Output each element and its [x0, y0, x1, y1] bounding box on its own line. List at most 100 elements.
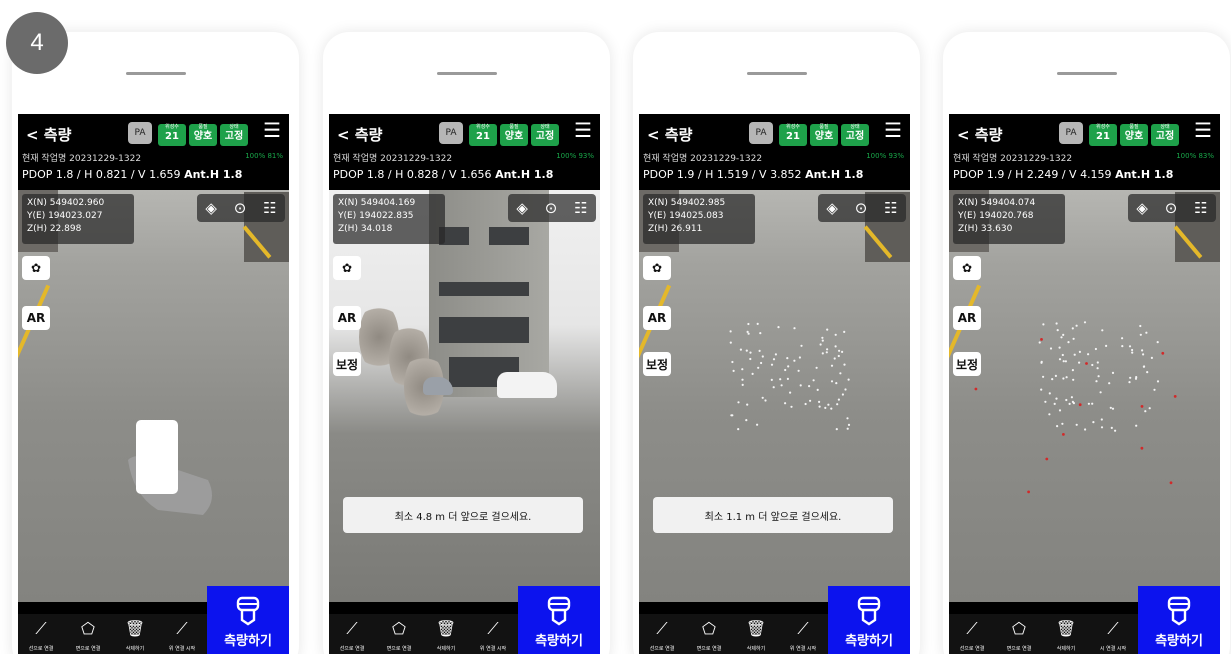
toolbar-button[interactable]: ⟋ 선으로 연결: [639, 614, 685, 654]
calibration-button[interactable]: 보정: [333, 352, 361, 376]
measure-button[interactable]: 측량하기: [518, 586, 600, 654]
layers-icon[interactable]: ◈: [516, 199, 528, 217]
hamburger-menu-icon[interactable]: ☰: [884, 120, 902, 140]
status-chip-value: 양호: [814, 131, 834, 142]
toolbar-button[interactable]: ⟋ 선으로 연결: [329, 614, 375, 654]
walk-guidance-toast: 최소 4.8 m 더 앞으로 걸으세요.: [343, 497, 583, 533]
layers-icon[interactable]: ◈: [826, 199, 838, 217]
toolbar-button[interactable]: ⟋ 위 연결 시작: [780, 614, 826, 654]
toolbar-button[interactable]: ⟋ 선으로 연결: [949, 614, 995, 654]
view-tools: ◈ ⊙ ☷: [197, 194, 285, 222]
list-icon[interactable]: ☷: [1194, 199, 1207, 217]
toolbar-button[interactable]: ⟋ 선으로 연결: [18, 614, 64, 654]
measure-button[interactable]: 측량하기: [207, 586, 289, 654]
toolbar-icon: 🗑: [745, 619, 767, 638]
status-chip-caption: 상태: [229, 124, 239, 130]
ar-camera-view: [639, 182, 910, 602]
list-icon[interactable]: ☷: [884, 199, 897, 217]
job-name: 현재 작업명 20231229-1322: [333, 154, 453, 164]
coord-x: X(N) 549404.074: [958, 198, 1036, 208]
toolbar-button[interactable]: ⟋ 위 연결 시작: [159, 614, 205, 654]
hamburger-menu-icon[interactable]: ☰: [574, 120, 592, 140]
toolbar-icon: 🗑: [1055, 619, 1077, 638]
surveyor-tripod-icon: [1167, 596, 1191, 626]
ar-toggle-button[interactable]: AR: [22, 306, 50, 330]
toolbar-icon: ⟋: [176, 619, 188, 638]
toolbar-icon: ⟋: [797, 619, 809, 638]
toolbar-button[interactable]: ⬠ 면으로 연결: [996, 614, 1042, 654]
gps-receiver-icon[interactable]: PA: [128, 122, 152, 144]
settings-gear-icon[interactable]: ✿: [643, 256, 671, 280]
toolbar-button[interactable]: 🗑 삭제하기: [112, 614, 158, 654]
pdop-readout: PDOP 1.8 / H 0.828 / V 1.656 Ant.H 1.8: [333, 168, 553, 181]
surveyor-tripod-icon: [547, 596, 571, 626]
hamburger-menu-icon[interactable]: ☰: [1194, 120, 1212, 140]
measure-button-label: 측량하기: [224, 634, 272, 649]
antenna-height: Ant.H 1.8: [805, 168, 864, 181]
gps-refresh-icon[interactable]: ⊙: [545, 199, 558, 217]
measure-button[interactable]: 측량하기: [828, 586, 910, 654]
job-name: 현재 작업명 20231229-1322: [643, 154, 763, 164]
measure-button-label: 측량하기: [845, 634, 893, 649]
hamburger-menu-icon[interactable]: ☰: [263, 120, 281, 140]
toolbar-button[interactable]: ⟋ 시 연결 시작: [1090, 614, 1136, 654]
toolbar-icon: 🗑: [124, 619, 146, 638]
pdop-values: PDOP 1.8 / H 0.821 / V 1.659: [22, 168, 181, 181]
gps-receiver-icon[interactable]: PA: [749, 122, 773, 144]
battery-status: 100% 93%: [556, 152, 594, 160]
phone-frame: < 측량 PA 위성수 21 품질 양호 상태 고정 ☰ 현재 작업명 20231229-1322…: [633, 32, 920, 654]
ar-toggle-button[interactable]: AR: [643, 306, 671, 330]
measure-button-label: 측량하기: [1155, 634, 1203, 649]
toolbar-button[interactable]: 🗑 삭제하기: [423, 614, 469, 654]
ar-point-cloud: [729, 322, 851, 431]
phone-frame: < 측량 PA 위성수 21 품질 양호 상태 고정 ☰ 현재 작업명 20231229-1322…: [12, 32, 299, 654]
calibration-button[interactable]: 보정: [643, 352, 671, 376]
toolbar-button[interactable]: ⬠ 면으로 연결: [686, 614, 732, 654]
gps-receiver-icon[interactable]: PA: [1059, 122, 1083, 144]
app-screen: < 측량 PA 위성수 21 품질 양호 상태 고정 ☰ 현재 작업명 20231229-1322…: [18, 114, 289, 654]
toolbar-label: 면으로 연결: [386, 646, 412, 652]
gps-refresh-icon[interactable]: ⊙: [855, 199, 868, 217]
toolbar-button[interactable]: ⬠ 면으로 연결: [65, 614, 111, 654]
toolbar-icon: ⟋: [346, 619, 358, 638]
status-chip: 위성수 21: [469, 124, 497, 146]
back-button[interactable]: < 측량: [647, 124, 692, 145]
settings-gear-icon[interactable]: ✿: [333, 256, 361, 280]
settings-gear-icon[interactable]: ✿: [22, 256, 50, 280]
parked-car-image: [497, 372, 557, 398]
notch-bar: [746, 72, 807, 75]
status-header: < 측량 PA 위성수 21 품질 양호 상태 고정 ☰ 현재 작업명 20231229-1322…: [639, 114, 910, 190]
measure-button[interactable]: 측량하기: [1138, 586, 1220, 654]
gps-receiver-icon[interactable]: PA: [439, 122, 463, 144]
list-icon[interactable]: ☷: [263, 199, 276, 217]
back-button[interactable]: < 측량: [957, 124, 1002, 145]
toolbar-icon: ⟋: [656, 619, 668, 638]
settings-gear-icon[interactable]: ✿: [953, 256, 981, 280]
list-icon[interactable]: ☷: [574, 199, 587, 217]
toolbar-button[interactable]: 🗑 삭제하기: [733, 614, 779, 654]
status-header: < 측량 PA 위성수 21 품질 양호 상태 고정 ☰ 현재 작업명 20231229-1322…: [329, 114, 600, 190]
toolbar-button[interactable]: ⬠ 면으로 연결: [376, 614, 422, 654]
layers-icon[interactable]: ◈: [205, 199, 217, 217]
coord-z: Z(H) 33.630: [958, 224, 1013, 234]
toolbar-button[interactable]: ⟋ 위 연결 시작: [470, 614, 516, 654]
walk-guidance-toast: 최소 1.1 m 더 앞으로 걸으세요.: [653, 497, 893, 533]
status-chip: 상태 고정: [841, 124, 869, 146]
coord-y: Y(E) 194025.083: [648, 211, 724, 221]
status-chip-value: 양호: [193, 131, 213, 142]
layers-icon[interactable]: ◈: [1136, 199, 1148, 217]
gps-refresh-icon[interactable]: ⊙: [234, 199, 247, 217]
view-tools: ◈ ⊙ ☷: [508, 194, 596, 222]
view-tools: ◈ ⊙ ☷: [1128, 194, 1216, 222]
gps-refresh-icon[interactable]: ⊙: [1165, 199, 1178, 217]
toolbar-button[interactable]: 🗑 삭제하기: [1043, 614, 1089, 654]
back-button[interactable]: < 측량: [26, 124, 71, 145]
calibration-button[interactable]: 보정: [953, 352, 981, 376]
back-button[interactable]: < 측량: [337, 124, 382, 145]
toolbar-label: 위 연결 시작: [789, 646, 817, 652]
ar-toggle-button[interactable]: AR: [333, 306, 361, 330]
toolbar-icon: ⬠: [81, 619, 95, 638]
status-chip-caption: 품질: [509, 124, 519, 130]
status-header: < 측량 PA 위성수 21 품질 양호 상태 고정 ☰ 현재 작업명 20231229-1322…: [949, 114, 1220, 190]
ar-toggle-button[interactable]: AR: [953, 306, 981, 330]
